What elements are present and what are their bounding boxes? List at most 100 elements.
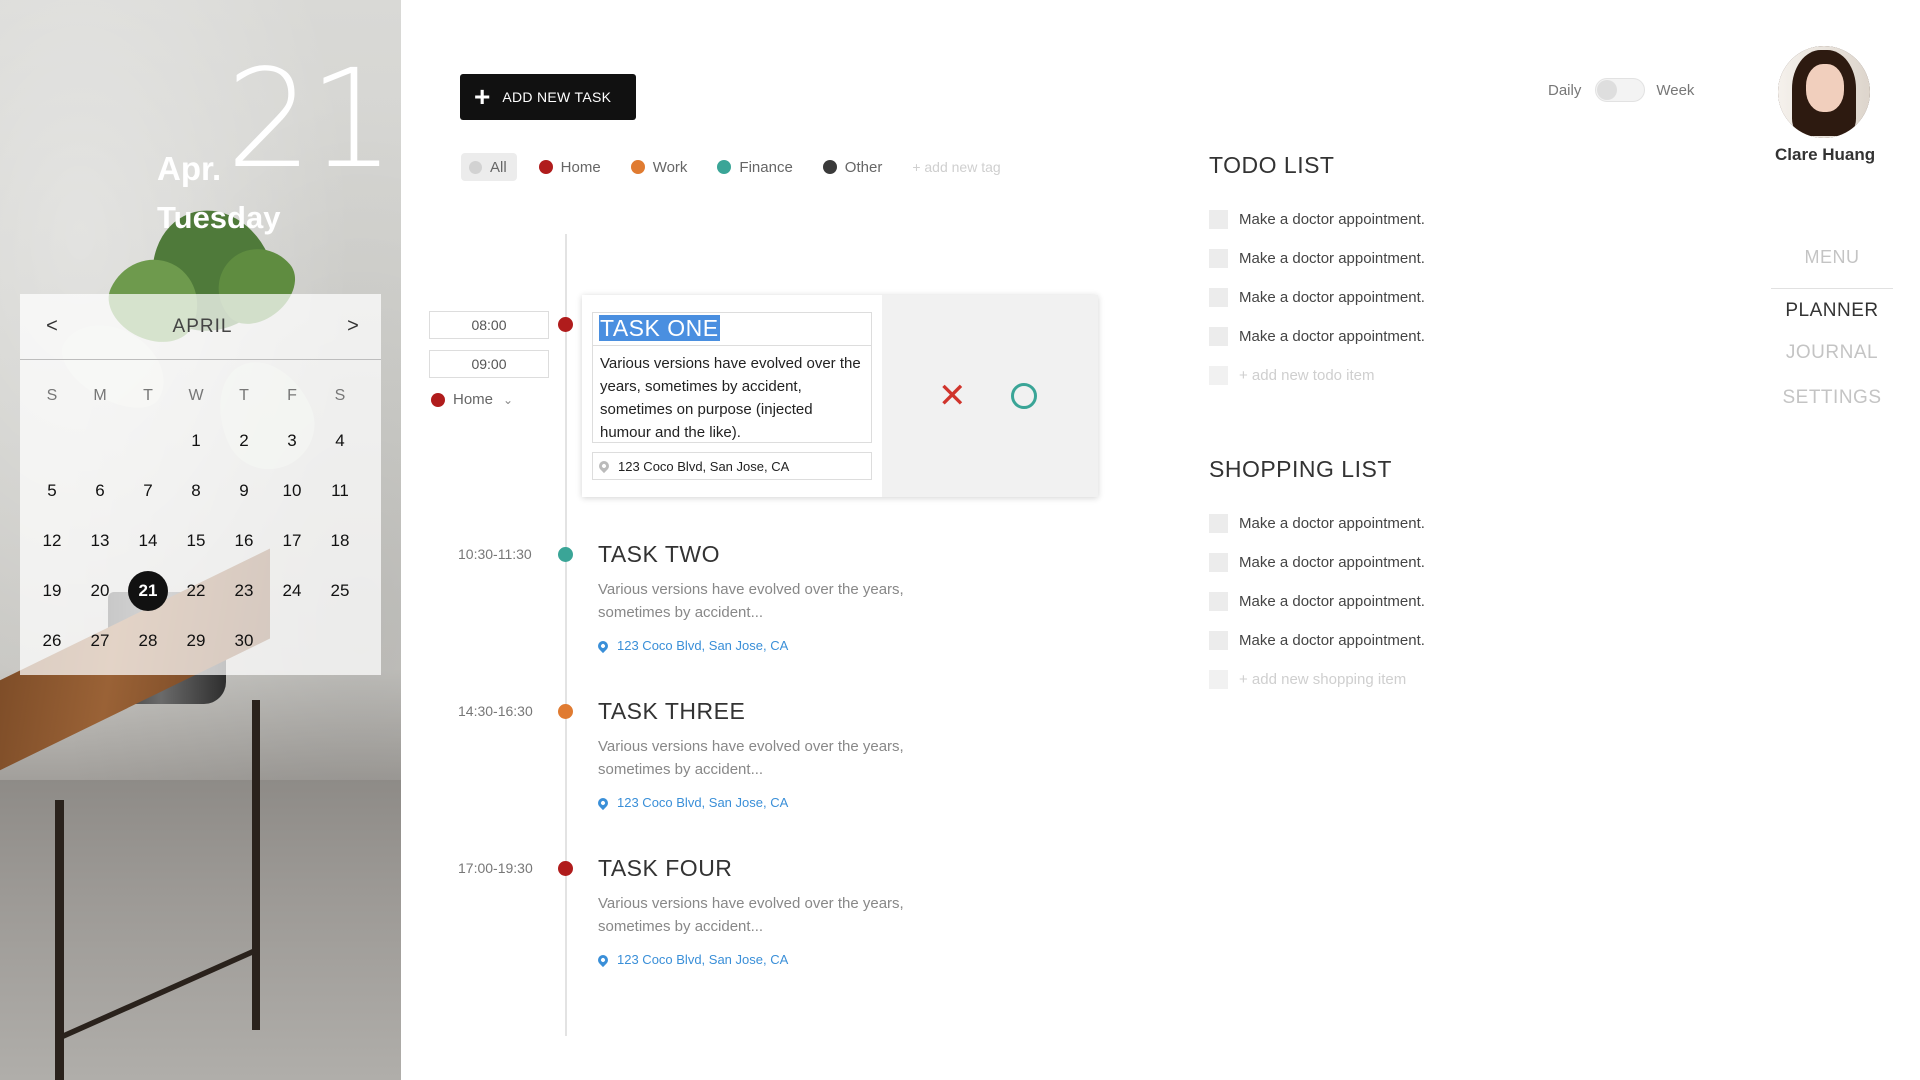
add-todo-item[interactable]: + add new todo item <box>1209 366 1375 385</box>
task-location-link[interactable]: 123 Coco Blvd, San Jose, CA <box>595 638 918 653</box>
calendar-day[interactable]: 20 <box>76 566 124 616</box>
calendar-day[interactable]: 15 <box>172 516 220 566</box>
task-title: TASK THREE <box>598 698 746 724</box>
calendar-day[interactable]: 17 <box>268 516 316 566</box>
checkbox[interactable] <box>1209 210 1228 229</box>
timeline-dot <box>558 547 573 562</box>
checkbox[interactable] <box>1209 553 1228 572</box>
task-time: 10:30-11:30 <box>458 546 532 562</box>
calendar-day-number: 12 <box>42 531 62 550</box>
calendar-day[interactable]: 1 <box>172 416 220 466</box>
avatar[interactable] <box>1778 46 1870 138</box>
calendar-day[interactable]: 28 <box>124 616 172 666</box>
plus-icon: + <box>474 81 491 112</box>
tag-filter-work[interactable]: Work <box>630 159 687 176</box>
menu-item-journal[interactable]: JOURNAL <box>1771 342 1893 364</box>
add-shopping-item[interactable]: + add new shopping item <box>1209 670 1406 689</box>
tag-filter-all[interactable]: All <box>461 153 517 181</box>
calendar-day[interactable]: 22 <box>172 566 220 616</box>
todo-list-item[interactable]: Make a doctor appointment. <box>1209 327 1425 346</box>
add-item-label: + add new todo item <box>1239 367 1375 384</box>
task-item[interactable]: TASK THREE Various versions have evolved … <box>595 698 918 810</box>
calendar-day[interactable]: 19 <box>28 566 76 616</box>
calendar-day[interactable]: 18 <box>316 516 364 566</box>
calendar-day[interactable]: 9 <box>220 466 268 516</box>
todo-list-item[interactable]: Make a doctor appointment. <box>1209 288 1425 307</box>
calendar-day[interactable]: 30 <box>220 616 268 666</box>
checkbox[interactable] <box>1209 631 1228 650</box>
calendar-day[interactable]: 27 <box>76 616 124 666</box>
calendar-day[interactable]: 12 <box>28 516 76 566</box>
calendar-day[interactable]: 3 <box>268 416 316 466</box>
checkbox[interactable] <box>1209 514 1228 533</box>
task-end-time-input[interactable]: 09:00 <box>429 350 549 378</box>
calendar-day-number: 25 <box>330 581 350 600</box>
calendar-next-button[interactable]: > <box>343 315 363 338</box>
location-pin-icon <box>595 952 611 967</box>
tag-filter-home[interactable]: Home <box>538 159 601 176</box>
checkbox[interactable] <box>1209 249 1228 268</box>
add-new-tag-link[interactable]: + add new tag <box>912 159 1000 175</box>
task-item[interactable]: TASK TWO Various versions have evolved ov… <box>595 541 918 653</box>
calendar-day[interactable]: 10 <box>268 466 316 516</box>
circle-check-icon[interactable] <box>1010 383 1037 409</box>
calendar-day[interactable]: 16 <box>220 516 268 566</box>
menu-item-planner[interactable]: PLANNER <box>1771 300 1893 322</box>
list-item-label: Make a doctor appointment. <box>1239 515 1425 532</box>
task-title-input[interactable]: TASK ONE <box>592 312 872 346</box>
calendar-day[interactable]: 4 <box>316 416 364 466</box>
checkbox[interactable] <box>1209 327 1228 346</box>
task-location-link[interactable]: 123 Coco Blvd, San Jose, CA <box>595 795 918 810</box>
calendar-day-number: 6 <box>95 481 105 500</box>
calendar-day[interactable]: 26 <box>28 616 76 666</box>
task-item[interactable]: TASK FOUR Various versions have evolved o… <box>595 855 918 967</box>
calendar-day-selected[interactable]: 21 <box>124 566 172 616</box>
view-toggle-daily-label[interactable]: Daily <box>1548 82 1581 99</box>
tag-dot <box>469 161 482 174</box>
close-icon[interactable]: ✕ <box>938 379 967 413</box>
calendar-day-number: 7 <box>143 481 153 500</box>
task-time: 14:30-16:30 <box>458 703 533 719</box>
shopping-list-item[interactable]: Make a doctor appointment. <box>1209 631 1425 650</box>
calendar-day[interactable]: 5 <box>28 466 76 516</box>
task-tag-select[interactable]: Home ⌄ <box>431 391 513 408</box>
view-toggle-week-label[interactable]: Week <box>1656 82 1694 99</box>
calendar-day-number: 16 <box>234 531 254 550</box>
list-item-label: Make a doctor appointment. <box>1239 554 1425 571</box>
view-toggle-switch[interactable] <box>1595 78 1646 102</box>
calendar-day[interactable]: 11 <box>316 466 364 516</box>
calendar-prev-button[interactable]: < <box>42 315 62 338</box>
menu-item-settings[interactable]: SETTINGS <box>1771 387 1893 409</box>
calendar-day[interactable]: 6 <box>76 466 124 516</box>
shopping-list-item[interactable]: Make a doctor appointment. <box>1209 514 1425 533</box>
calendar-day[interactable]: 7 <box>124 466 172 516</box>
calendar-day[interactable]: 23 <box>220 566 268 616</box>
calendar-day-number: 9 <box>239 481 249 500</box>
calendar-day[interactable]: 8 <box>172 466 220 516</box>
add-new-task-button[interactable]: + ADD NEW TASK <box>460 74 636 120</box>
date-weekday: Tuesday <box>157 200 281 235</box>
task-location-input[interactable]: 123 Coco Blvd, San Jose, CA <box>592 452 872 480</box>
calendar-day[interactable]: 13 <box>76 516 124 566</box>
shopping-list-item[interactable]: Make a doctor appointment. <box>1209 592 1425 611</box>
task-description-input[interactable]: Various versions have evolved over the y… <box>592 346 872 443</box>
calendar-day[interactable]: 14 <box>124 516 172 566</box>
todo-list-item[interactable]: Make a doctor appointment. <box>1209 210 1425 229</box>
calendar-day[interactable]: 25 <box>316 566 364 616</box>
calendar-day[interactable]: 2 <box>220 416 268 466</box>
date-day-number: 21 <box>226 41 395 199</box>
calendar-day[interactable]: 29 <box>172 616 220 666</box>
todo-list-item[interactable]: Make a doctor appointment. <box>1209 249 1425 268</box>
task-location-link[interactable]: 123 Coco Blvd, San Jose, CA <box>595 952 918 967</box>
checkbox[interactable] <box>1209 592 1228 611</box>
timeline-dot <box>558 861 573 876</box>
shopping-list-item[interactable]: Make a doctor appointment. <box>1209 553 1425 572</box>
tag-filter-finance[interactable]: Finance <box>717 159 793 176</box>
checkbox[interactable] <box>1209 288 1228 307</box>
task-start-time-input[interactable]: 08:00 <box>429 311 549 339</box>
task-edit-form: TASK ONE Various versions have evolved o… <box>582 295 882 497</box>
calendar-day[interactable]: 24 <box>268 566 316 616</box>
calendar-day-number: 13 <box>90 531 110 550</box>
tag-filter-other[interactable]: Other <box>822 159 882 176</box>
tag-dot-home <box>538 160 553 174</box>
